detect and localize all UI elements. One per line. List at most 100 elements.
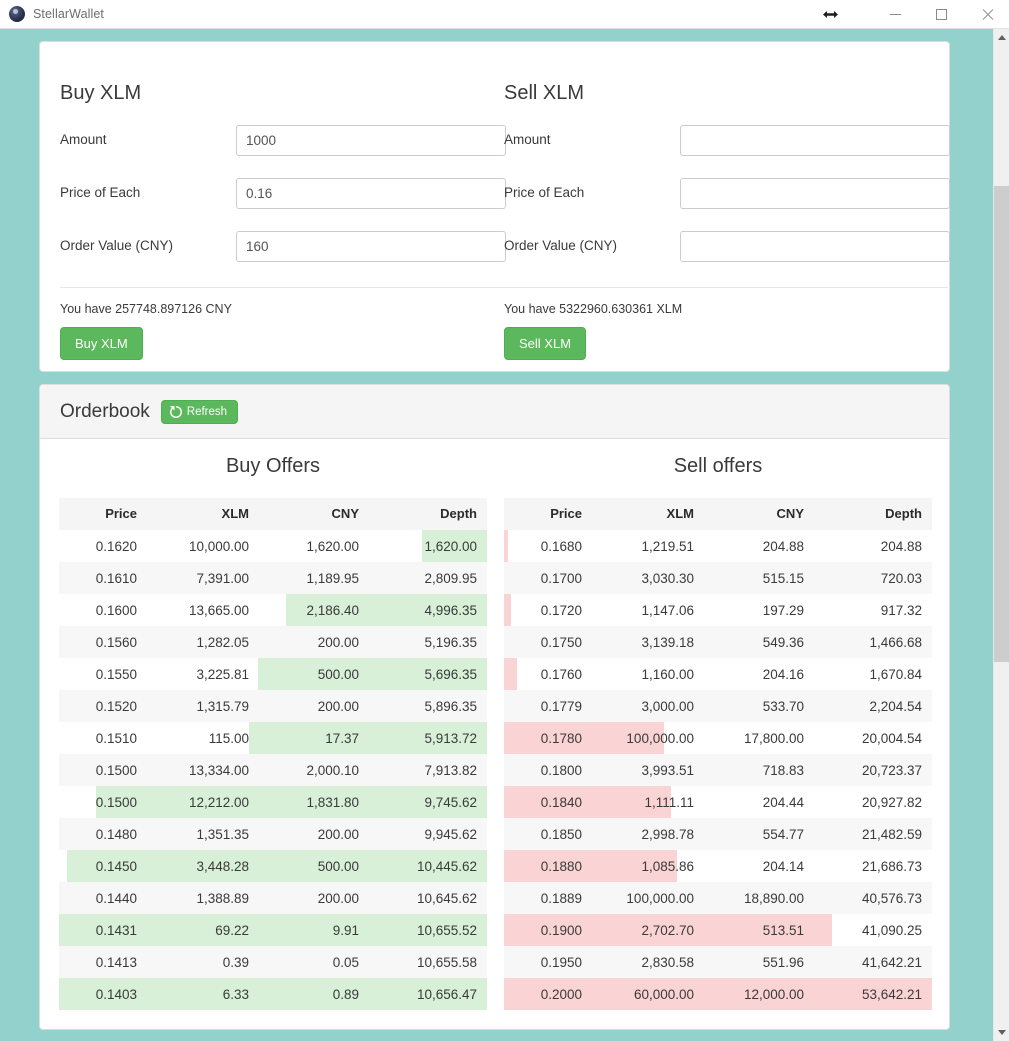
table-row[interactable]: 0.1720 1,147.06 197.29 917.32 [504, 594, 932, 626]
table-row[interactable]: 0.1889 100,000.00 18,890.00 40,576.73 [504, 882, 932, 914]
table-row[interactable]: 0.1500 13,334.00 2,000.10 7,913.82 [59, 754, 487, 786]
orderbook-title: Orderbook [60, 400, 150, 422]
sell-panel-title: Sell XLM [504, 82, 585, 104]
orderbook-card: Orderbook Refresh Buy Offers Price XLM CNY… [39, 384, 950, 1030]
table-row[interactable]: 0.1950 2,830.58 551.96 41,642.21 [504, 946, 932, 978]
buy-cell: 1,620.00 [306, 538, 359, 554]
table-row[interactable]: 0.2000 60,000.00 12,000.00 53,642.21 [504, 978, 932, 1010]
minimize-button[interactable] [872, 0, 918, 29]
sell-cell: 21,482.59 [861, 826, 922, 842]
table-row[interactable]: 0.1480 1,351.35 200.00 9,945.62 [59, 818, 487, 850]
sell-cell: 1,160.00 [641, 666, 694, 682]
sell-price-input[interactable] [680, 178, 950, 209]
table-row[interactable]: 0.1680 1,219.51 204.88 204.88 [504, 530, 932, 562]
sell-cell: 1,219.51 [641, 538, 694, 554]
sell-cell: 0.1880 [540, 858, 582, 874]
buy-table-head: Price XLM CNY Depth [59, 498, 487, 530]
sell-cell: 0.1950 [540, 954, 582, 970]
sell-offers-heading: Sell offers [673, 455, 763, 477]
buy-cell: 0.1450 [95, 858, 137, 874]
buy-cell: 9,945.62 [424, 826, 477, 842]
close-button[interactable] [964, 0, 1009, 29]
table-row[interactable]: 0.1510 115.00 17.37 5,913.72 [59, 722, 487, 754]
buy-cell: 0.1620 [95, 538, 137, 554]
refresh-button[interactable]: Refresh [160, 399, 239, 424]
table-row[interactable]: 0.1880 1,085.86 204.14 21,686.73 [504, 850, 932, 882]
sell-cell: 20,004.54 [861, 730, 922, 746]
table-row[interactable]: 0.1500 12,212.00 1,831.80 9,745.62 [59, 786, 487, 818]
buy-cell: 500.00 [317, 666, 359, 682]
sell-order-value-label: Order Value (CNY) [504, 238, 618, 253]
table-row[interactable]: 0.1413 0.39 0.05 10,655.58 [59, 946, 487, 978]
orderbook-card-header: Orderbook Refresh [40, 385, 949, 439]
scrollbar-thumb[interactable] [994, 186, 1009, 662]
sell-cell: 1,111.11 [644, 794, 694, 810]
buy-cell: 0.39 [222, 954, 249, 970]
sell-cell: 204.16 [762, 666, 804, 682]
buy-cell: 3,448.28 [196, 858, 249, 874]
sell-cell: 533.70 [762, 698, 804, 714]
table-row[interactable]: 0.1760 1,160.00 204.16 1,670.84 [504, 658, 932, 690]
sell-amount-input[interactable] [680, 125, 950, 156]
buy-cell: 1,189.95 [306, 570, 359, 586]
table-row[interactable]: 0.1403 6.33 0.89 10,656.47 [59, 978, 487, 1010]
scroll-down-button[interactable] [994, 1024, 1009, 1041]
sell-order-value-input[interactable] [680, 231, 950, 262]
buy-cell: 2,809.95 [424, 570, 477, 586]
buy-cell: 0.1500 [95, 794, 137, 810]
table-row[interactable]: 0.1780 100,000.00 17,800.00 20,004.54 [504, 722, 932, 754]
buy-amount-input[interactable] [236, 125, 506, 156]
scroll-up-button[interactable] [994, 29, 1009, 46]
sell-amount-label: Amount [504, 132, 551, 147]
buy-cell: 13,665.00 [188, 602, 249, 618]
sell-panel-divider [504, 287, 948, 288]
minimize-icon [889, 14, 901, 15]
table-row[interactable]: 0.1610 7,391.00 1,189.95 2,809.95 [59, 562, 487, 594]
buy-cell: 9,745.62 [424, 794, 477, 810]
sell-cell: 3,993.51 [641, 762, 694, 778]
table-row[interactable]: 0.1431 69.22 9.91 10,655.52 [59, 914, 487, 946]
sell-cell: 41,642.21 [861, 954, 922, 970]
table-row[interactable]: 0.1800 3,993.51 718.83 20,723.37 [504, 754, 932, 786]
sell-cell: 554.77 [762, 826, 804, 842]
table-row[interactable]: 0.1560 1,282.05 200.00 5,196.35 [59, 626, 487, 658]
table-row[interactable]: 0.1520 1,315.79 200.00 5,896.35 [59, 690, 487, 722]
buy-balance-text: You have 257748.897126 CNY [60, 302, 232, 316]
table-row[interactable]: 0.1900 2,702.70 513.51 41,090.25 [504, 914, 932, 946]
sell-cell: 18,890.00 [743, 890, 804, 906]
buy-offers-table: Price XLM CNY Depth 0.1620 10,000.00 1,620.00… [59, 498, 487, 1010]
table-row[interactable]: 0.1550 3,225.81 500.00 5,696.35 [59, 658, 487, 690]
sell-panel: Sell XLM Amount Price of Each Order Valu… [504, 42, 950, 360]
table-row[interactable]: 0.1779 3,000.00 533.70 2,204.54 [504, 690, 932, 722]
buy-cell: 1,315.79 [196, 698, 249, 714]
table-row[interactable]: 0.1840 1,111.11 204.44 20,927.82 [504, 786, 932, 818]
table-row[interactable]: 0.1620 10,000.00 1,620.00 1,620.00 [59, 530, 487, 562]
sell-cell: 718.83 [762, 762, 804, 778]
sell-cell: 1,466.68 [869, 634, 922, 650]
sell-col-header: Depth [814, 498, 932, 530]
sell-cell: 0.1850 [540, 826, 582, 842]
buy-cell: 9.91 [332, 922, 359, 938]
table-row[interactable]: 0.1850 2,998.78 554.77 21,482.59 [504, 818, 932, 850]
buy-cell: 10,655.52 [416, 922, 477, 938]
resize-handle-icon[interactable] [810, 0, 850, 29]
sell-cell: 12,000.00 [743, 986, 804, 1002]
vertical-scrollbar[interactable] [993, 29, 1009, 1041]
table-row[interactable]: 0.1440 1,388.89 200.00 10,645.62 [59, 882, 487, 914]
sell-xlm-button[interactable]: Sell XLM [504, 327, 587, 360]
refresh-icon [169, 405, 182, 418]
sell-price-row: Price of Each [504, 178, 950, 209]
table-row[interactable]: 0.1700 3,030.30 515.15 720.03 [504, 562, 932, 594]
trade-card: Buy XLM Amount Price of Each Order Value… [39, 41, 950, 372]
buy-cell: 2,186.40 [306, 602, 359, 618]
table-row[interactable]: 0.1750 3,139.18 549.36 1,466.68 [504, 626, 932, 658]
buy-price-input[interactable] [236, 178, 506, 209]
buy-cell: 200.00 [317, 698, 359, 714]
table-row[interactable]: 0.1450 3,448.28 500.00 10,445.62 [59, 850, 487, 882]
maximize-button[interactable] [918, 0, 964, 29]
buy-order-value-input[interactable] [236, 231, 506, 262]
table-row[interactable]: 0.1600 13,665.00 2,186.40 4,996.35 [59, 594, 487, 626]
sell-cell: 17,800.00 [743, 730, 804, 746]
buy-offers-heading: Buy Offers [225, 455, 321, 477]
buy-xlm-button[interactable]: Buy XLM [60, 327, 143, 360]
